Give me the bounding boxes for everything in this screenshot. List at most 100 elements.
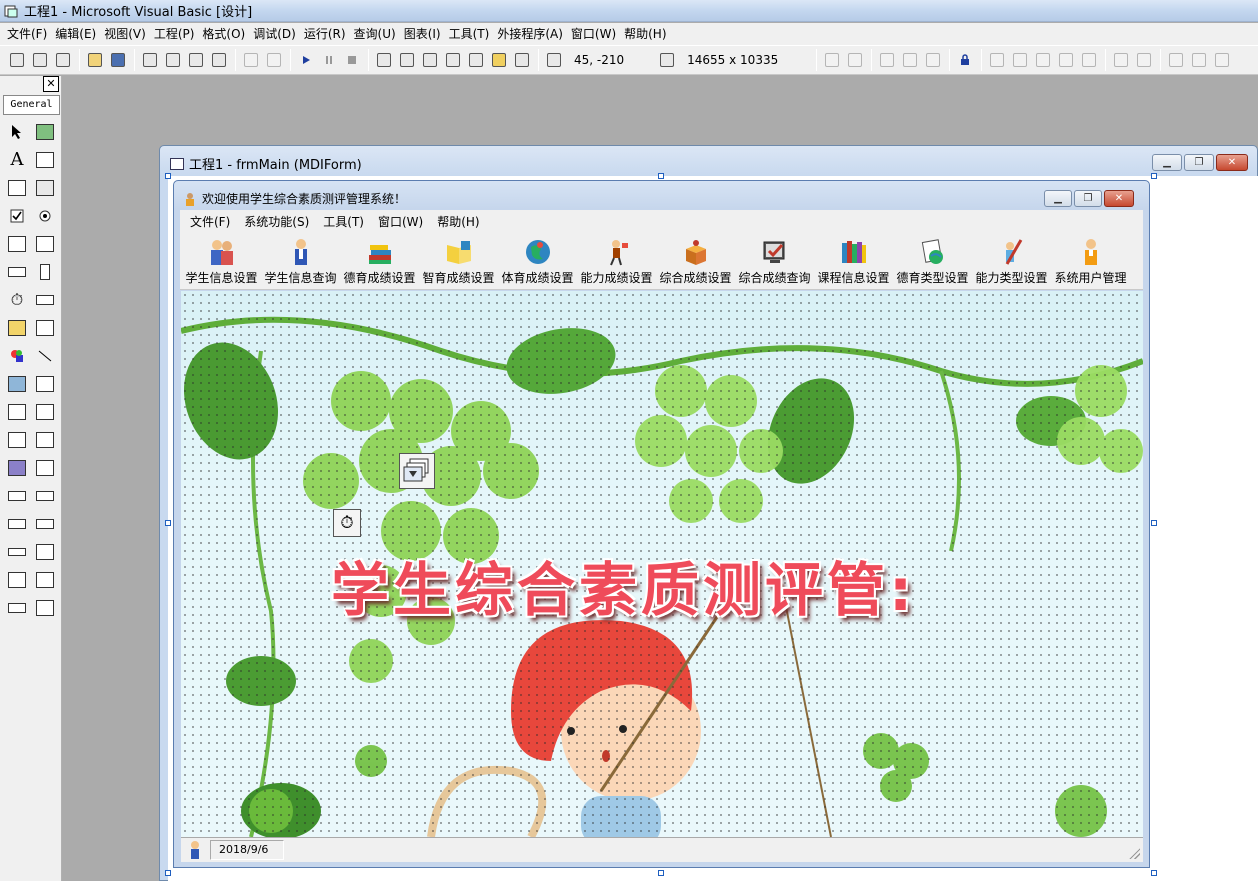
object-browser-icon[interactable] <box>442 49 464 71</box>
designer-close-button[interactable]: ✕ <box>1216 154 1248 171</box>
lock-controls-icon[interactable] <box>954 49 976 71</box>
paste-icon[interactable] <box>185 49 207 71</box>
custom-tool-4[interactable] <box>3 454 31 482</box>
menu-editor-icon[interactable] <box>52 49 74 71</box>
mdi-restore-button[interactable]: ❐ <box>1074 190 1102 207</box>
mdi-menu-help[interactable]: 帮助(H) <box>430 213 486 230</box>
menu-view[interactable]: 视图(V) <box>100 24 150 44</box>
filelistbox-tool[interactable] <box>31 314 59 342</box>
cut-icon[interactable] <box>139 49 161 71</box>
toggle-breakpoint-icon[interactable] <box>1165 49 1187 71</box>
btn-system-user-management[interactable]: 系统用户管理 <box>1051 232 1130 289</box>
custom-tool-3[interactable] <box>31 426 59 454</box>
frame-tool[interactable] <box>3 174 31 202</box>
custom-tool-15[interactable] <box>31 594 59 622</box>
outdent-icon[interactable] <box>1133 49 1155 71</box>
resize-handle-ml[interactable] <box>165 520 171 526</box>
mdi-menu-tools[interactable]: 工具(T) <box>316 213 371 230</box>
redo-icon[interactable] <box>263 49 285 71</box>
dirlistbox-tool[interactable] <box>3 314 31 342</box>
listbox-tool[interactable] <box>31 230 59 258</box>
custom-tool-10[interactable] <box>3 538 31 566</box>
shape-tool[interactable] <box>3 342 31 370</box>
line-tool[interactable] <box>31 342 59 370</box>
menu-format[interactable]: 格式(O) <box>198 24 249 44</box>
edit-toolbar-1-icon[interactable] <box>986 49 1008 71</box>
resize-handle-br[interactable] <box>1151 870 1157 876</box>
menu-project[interactable]: 工程(P) <box>150 24 199 44</box>
menu-window[interactable]: 窗口(W) <box>567 24 620 44</box>
custom-tool-1[interactable] <box>31 398 59 426</box>
menu-tools[interactable]: 工具(T) <box>445 24 494 44</box>
vscrollbar-tool[interactable] <box>31 258 59 286</box>
resize-handle-tr[interactable] <box>1151 173 1157 179</box>
menu-run[interactable]: 运行(R) <box>300 24 350 44</box>
btn-moral-type-setup[interactable]: 德育类型设置 <box>893 232 972 289</box>
custom-tool-14[interactable] <box>3 594 31 622</box>
mdi-close-button[interactable]: ✕ <box>1104 190 1134 207</box>
copy-icon[interactable] <box>162 49 184 71</box>
edit-toolbar-5-icon[interactable] <box>1078 49 1100 71</box>
resize-handle-mr[interactable] <box>1151 520 1157 526</box>
resize-handle-tc[interactable] <box>658 173 664 179</box>
picturebox-tool[interactable] <box>31 118 59 146</box>
btn-student-info-setup[interactable]: 学生信息设置 <box>182 232 261 289</box>
pointer-tool[interactable] <box>3 118 31 146</box>
open-project-icon[interactable] <box>84 49 106 71</box>
hscrollbar-tool[interactable] <box>3 258 31 286</box>
project-explorer-icon[interactable] <box>373 49 395 71</box>
send-to-back-icon[interactable] <box>844 49 866 71</box>
menu-help[interactable]: 帮助(H) <box>620 24 670 44</box>
uncomment-block-icon[interactable] <box>1211 49 1233 71</box>
mdi-menu-window[interactable]: 窗口(W) <box>371 213 430 230</box>
center-icon[interactable] <box>899 49 921 71</box>
end-icon[interactable] <box>341 49 363 71</box>
combobox-tool[interactable] <box>3 230 31 258</box>
edit-toolbar-3-icon[interactable] <box>1032 49 1054 71</box>
optionbutton-tool[interactable] <box>31 202 59 230</box>
btn-course-info-setup[interactable]: 课程信息设置 <box>814 232 893 289</box>
data-view-icon[interactable] <box>488 49 510 71</box>
data-tool[interactable] <box>31 370 59 398</box>
imagelist-control[interactable] <box>399 453 435 489</box>
btn-ability-score-setup[interactable]: 能力成绩设置 <box>577 232 656 289</box>
comment-block-icon[interactable] <box>1188 49 1210 71</box>
menu-edit[interactable]: 编辑(E) <box>51 24 100 44</box>
indent-icon[interactable] <box>1110 49 1132 71</box>
save-project-icon[interactable] <box>107 49 129 71</box>
btn-student-info-query[interactable]: 学生信息查询 <box>261 232 340 289</box>
make-same-size-icon[interactable] <box>922 49 944 71</box>
btn-sports-score-setup[interactable]: 体育成绩设置 <box>498 232 577 289</box>
mdi-client-area[interactable]: 学生综合素质测评管: ⏱ <box>181 291 1143 837</box>
menu-addins[interactable]: 外接程序(A) <box>493 24 567 44</box>
form-layout-icon[interactable] <box>419 49 441 71</box>
find-icon[interactable] <box>208 49 230 71</box>
menu-file[interactable]: 文件(F) <box>3 24 51 44</box>
drivelistbox-tool[interactable] <box>31 286 59 314</box>
label-tool[interactable]: A <box>3 146 31 174</box>
timer-control[interactable]: ⏱ <box>333 509 361 537</box>
commandbutton-tool[interactable] <box>31 174 59 202</box>
custom-tool-12[interactable] <box>3 566 31 594</box>
menu-debug[interactable]: 调试(D) <box>249 24 300 44</box>
custom-tool-5[interactable] <box>31 454 59 482</box>
btn-moral-score-setup[interactable]: 德育成绩设置 <box>340 232 419 289</box>
custom-tool-8[interactable] <box>3 510 31 538</box>
custom-tool-2[interactable] <box>3 426 31 454</box>
custom-tool-7[interactable] <box>31 482 59 510</box>
edit-toolbar-4-icon[interactable] <box>1055 49 1077 71</box>
custom-tool-6[interactable] <box>3 482 31 510</box>
timer-tool[interactable]: ⏱ <box>3 286 31 314</box>
toolbox-icon[interactable] <box>465 49 487 71</box>
resize-handle-bl[interactable] <box>165 870 171 876</box>
component-manager-icon[interactable] <box>511 49 533 71</box>
add-project-icon[interactable] <box>6 49 28 71</box>
checkbox-tool[interactable] <box>3 202 31 230</box>
btn-ability-type-setup[interactable]: 能力类型设置 <box>972 232 1051 289</box>
designer-restore-button[interactable]: ❐ <box>1184 154 1214 171</box>
edit-toolbar-2-icon[interactable] <box>1009 49 1031 71</box>
undo-icon[interactable] <box>240 49 262 71</box>
custom-tool-11[interactable] <box>31 538 59 566</box>
size-grip[interactable] <box>1128 847 1140 859</box>
resize-handle-tl[interactable] <box>165 173 171 179</box>
